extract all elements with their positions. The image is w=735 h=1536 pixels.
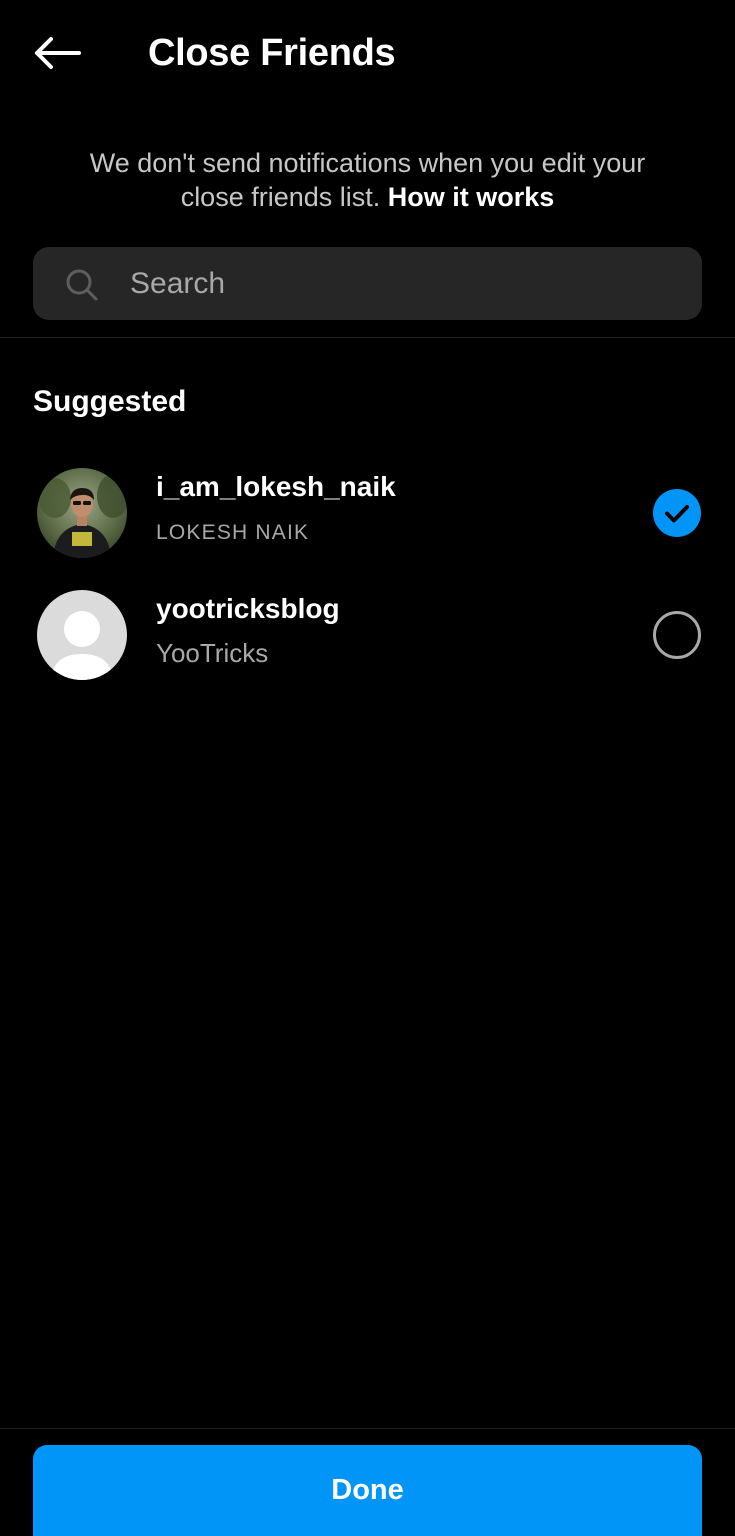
- checkmark-icon: [665, 505, 689, 523]
- username: yootricksblog: [156, 593, 340, 624]
- username: i_am_lokesh_naik: [156, 471, 396, 502]
- profile-photo: [37, 468, 127, 558]
- page-title: Close Friends: [148, 32, 396, 74]
- full-name: LOKESH NAIK: [156, 521, 310, 544]
- full-name: YooTricks: [156, 638, 269, 668]
- done-button[interactable]: Done: [33, 1445, 702, 1536]
- search-icon: [66, 269, 98, 301]
- selection-checkbox[interactable]: [653, 611, 701, 659]
- arrow-left-icon: [35, 37, 81, 69]
- list-item[interactable]: yootricksblog YooTricks: [0, 580, 735, 690]
- avatar: [37, 468, 127, 558]
- suggested-heading: Suggested: [33, 385, 187, 418]
- back-button[interactable]: [30, 30, 84, 76]
- notice-text: We don't send notifications when you edi…: [89, 148, 646, 212]
- app-header: Close Friends: [0, 0, 735, 105]
- selection-checkbox[interactable]: [653, 489, 701, 537]
- notification-notice: We don't send notifications when you edi…: [60, 146, 675, 214]
- list-item[interactable]: i_am_lokesh_naik LOKESH NAIK: [0, 458, 735, 568]
- how-it-works-link[interactable]: How it works: [388, 182, 555, 212]
- search-input[interactable]: [130, 247, 690, 320]
- avatar: [37, 590, 127, 680]
- section-divider: [0, 337, 735, 338]
- default-avatar-icon: [37, 590, 127, 680]
